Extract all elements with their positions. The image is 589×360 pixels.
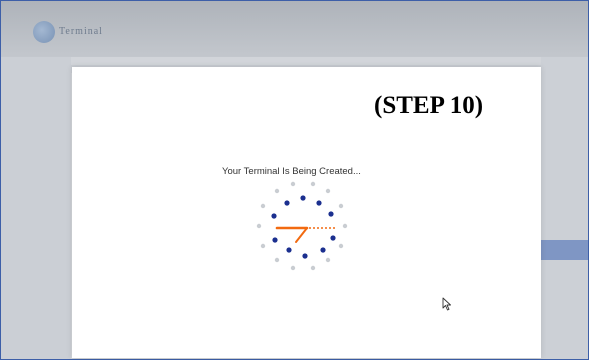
status-text: Your Terminal Is Being Created... [222,166,361,177]
left-background-panel [1,57,71,359]
mouse-cursor-icon [442,297,451,311]
top-header-bar: Terminal [1,1,588,57]
brand-name: Terminal [59,26,103,37]
globe-logo-icon [33,21,55,43]
spinner-hands [275,226,336,243]
spinner-outer-dots [256,181,348,271]
loading-spinner-icon [256,181,348,271]
highlight-band [541,240,588,260]
step-label: (STEP 10) [374,92,484,119]
right-background-panel [541,57,588,359]
